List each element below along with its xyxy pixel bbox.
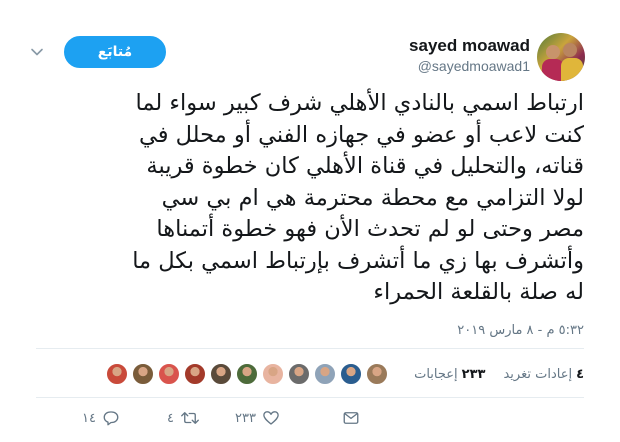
tweet-card: sayed moawad @sayedmoawad1 مُتابَع ارتبا… <box>0 0 620 442</box>
liker-avatars <box>102 363 389 385</box>
tweet-text-line: مصر وحتى لو لم تحدث الأن فهو خطوة أتمناه… <box>156 216 584 242</box>
direct-message-button[interactable] <box>280 409 360 427</box>
liker-avatar[interactable] <box>132 363 155 385</box>
liker-avatar[interactable] <box>262 363 285 385</box>
tweet-timestamp[interactable]: ٥:٣٢ م - ٨ مارس ٢٠١٩ <box>457 323 584 338</box>
retweet-icon <box>181 412 199 424</box>
tweet-text: ارتباط اسمي بالنادي الأهلي شرف كبير سواء… <box>24 88 584 309</box>
avatar-face-right <box>563 43 577 57</box>
liker-avatar[interactable] <box>236 363 259 385</box>
liker-avatar[interactable] <box>184 363 207 385</box>
liker-avatar[interactable] <box>366 363 389 385</box>
retweet-button[interactable]: ٤ <box>120 409 200 427</box>
liker-avatar[interactable] <box>210 363 233 385</box>
user-display-name[interactable]: sayed moawad <box>409 36 530 56</box>
like-stat-count: ٢٣٣ <box>461 366 486 382</box>
like-stat-label: إعجابات <box>414 366 458 382</box>
reply-count: ١٤ <box>82 410 96 426</box>
avatar[interactable] <box>537 33 585 81</box>
tweet-text-line: كنت لاعب أو عضو في جهازه الفني أو محلل ف… <box>138 121 584 148</box>
heart-icon <box>263 411 279 425</box>
tweet-text-line: ارتباط اسمي بالنادي الأهلي شرف كبير سواء… <box>135 90 584 116</box>
tweet-stats: ٤ إعادات تغريد ٢٣٣ إعجابات <box>102 361 584 387</box>
following-button[interactable]: مُتابَع <box>64 36 166 68</box>
liker-avatar[interactable] <box>288 363 311 385</box>
tweet-text-line: وأتشرف بها زي ما أتشرف بإرتباط اسمي بكل … <box>132 247 584 274</box>
envelope-icon <box>343 412 359 424</box>
liker-avatar[interactable] <box>340 363 363 385</box>
tweet-text-line: قناته، والتحليل في قناة الأهلي كان خطوة … <box>146 153 584 179</box>
reply-icon <box>103 411 119 426</box>
retweet-stat-count: ٤ <box>576 366 584 382</box>
retweet-stat-label: إعادات تغريد <box>503 366 573 382</box>
avatar-figure-right <box>561 58 583 81</box>
like-stat[interactable]: ٢٣٣ إعجابات <box>414 367 485 382</box>
user-handle[interactable]: @sayedmoawad1 <box>418 58 530 74</box>
chevron-down-icon[interactable] <box>30 45 44 59</box>
reply-button[interactable]: ١٤ <box>40 409 120 427</box>
retweet-stat[interactable]: ٤ إعادات تغريد <box>503 367 584 382</box>
tweet-text-line: له صلة بالقلعة الحمراء <box>373 279 584 305</box>
like-count: ٢٣٣ <box>235 410 256 426</box>
divider <box>36 348 584 349</box>
tweet-actions: ١٤ ٤ ٢٣٣ <box>40 404 580 432</box>
avatar-face-left <box>546 45 560 59</box>
liker-avatar[interactable] <box>106 363 129 385</box>
liker-avatar[interactable] <box>314 363 337 385</box>
liker-avatar[interactable] <box>158 363 181 385</box>
like-button[interactable]: ٢٣٣ <box>200 409 280 427</box>
retweet-count: ٤ <box>167 410 174 426</box>
divider <box>36 397 584 398</box>
tweet-text-line: لولا التزامي مع محطة محترمة هي ام بي سي <box>161 184 584 211</box>
